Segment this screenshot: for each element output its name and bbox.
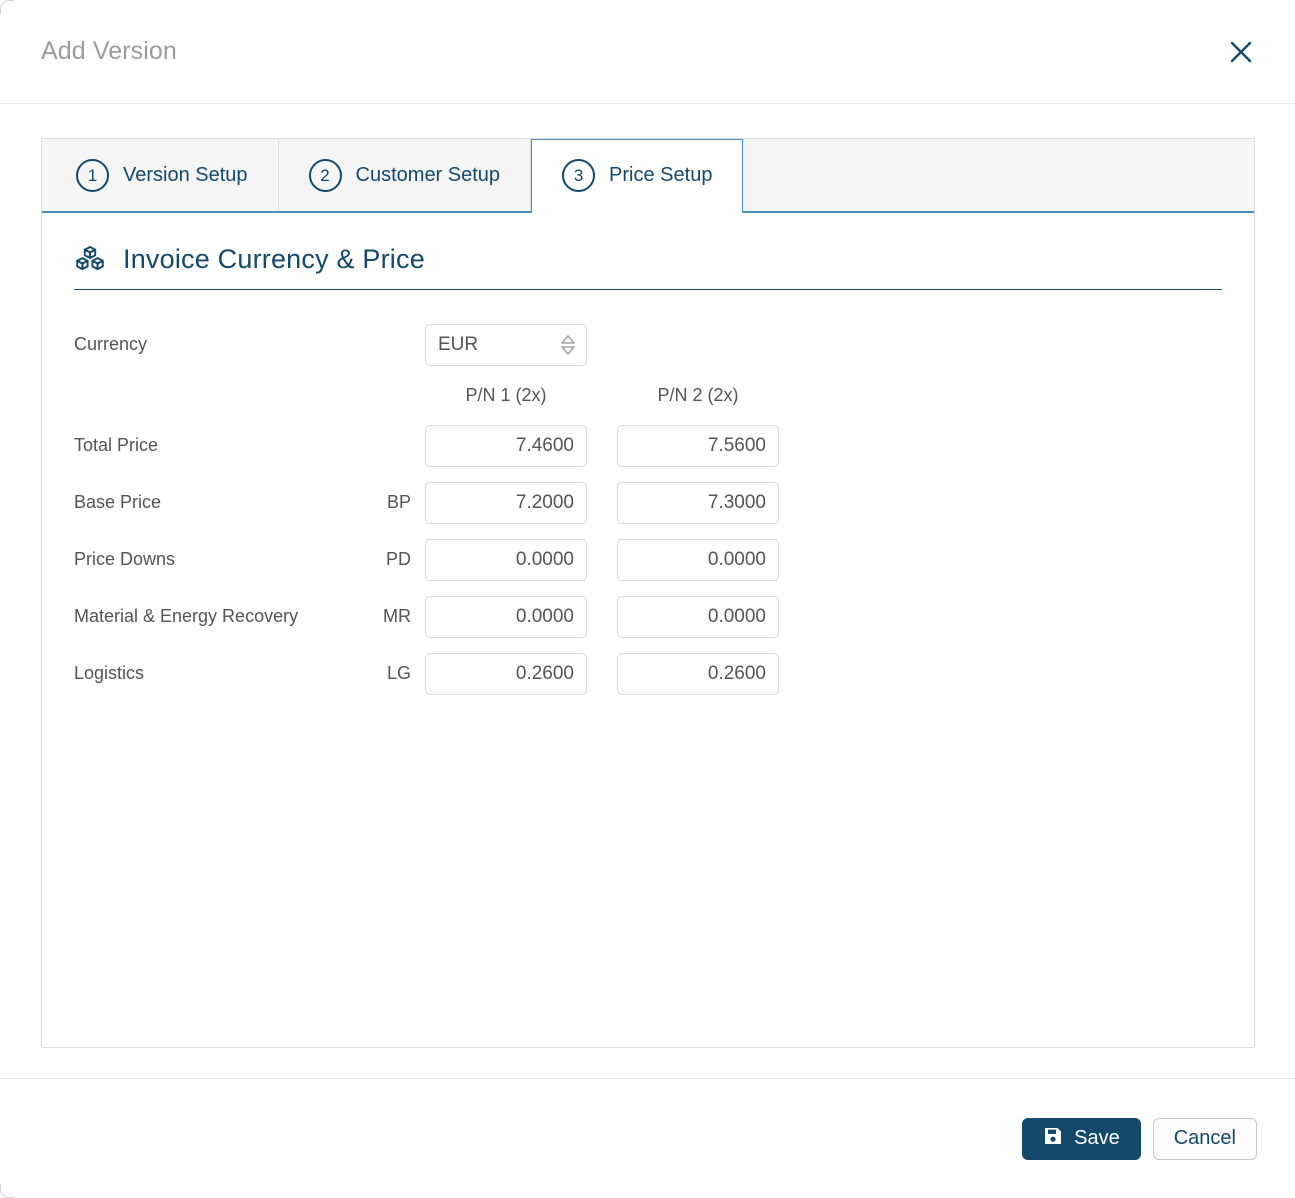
up-down-stepper-icon[interactable] bbox=[560, 334, 576, 355]
add-version-dialog: Add Version 1 Version Setup 2 Customer S… bbox=[0, 0, 1295, 1198]
input-base-price-pn1[interactable] bbox=[425, 481, 587, 524]
cell-price-downs-pn2 bbox=[617, 538, 809, 581]
row-code-logistics: LG bbox=[386, 663, 411, 683]
save-button[interactable]: Save bbox=[1022, 1117, 1141, 1160]
price-setup-panel: Invoice Currency & Price Currency EUR P/… bbox=[42, 213, 1254, 1047]
wizard-tabstrip: 1 Version Setup 2 Customer Setup 3 Price… bbox=[42, 139, 1254, 213]
tab-number-2: 2 bbox=[308, 158, 342, 192]
cell-logistics-pn2 bbox=[617, 652, 809, 695]
row-code-base-price: BP bbox=[386, 492, 411, 512]
row-material-energy-recovery: Material & Energy Recovery MR bbox=[74, 588, 1222, 645]
column-header-pn1: P/N 1 (2x) bbox=[465, 384, 547, 405]
currency-row: Currency EUR bbox=[74, 316, 1222, 373]
column-header-pn2: P/N 2 (2x) bbox=[657, 384, 739, 405]
column-header-row: P/N 1 (2x) P/N 2 (2x) bbox=[74, 373, 1222, 417]
tab-number-1: 1 bbox=[76, 158, 109, 192]
section-header: Invoice Currency & Price bbox=[74, 243, 1222, 290]
close-icon[interactable] bbox=[1221, 32, 1261, 72]
cell-base-price-pn2 bbox=[617, 481, 809, 524]
section-title: Invoice Currency & Price bbox=[123, 243, 425, 274]
cell-logistics-pn1 bbox=[425, 652, 617, 695]
row-code-material-energy-recovery: MR bbox=[383, 606, 411, 626]
input-price-downs-pn1[interactable] bbox=[425, 538, 587, 581]
floppy-disk-save-icon bbox=[1043, 1126, 1063, 1152]
tab-version-setup[interactable]: 1 Version Setup bbox=[42, 139, 279, 211]
price-form: Currency EUR P/N 1 (2x) P/N 2 (2x) Total… bbox=[74, 316, 1222, 702]
input-price-downs-pn2[interactable] bbox=[617, 538, 779, 581]
save-button-label: Save bbox=[1074, 1127, 1120, 1149]
input-base-price-pn2[interactable] bbox=[617, 481, 779, 524]
cancel-button-label: Cancel bbox=[1173, 1127, 1236, 1149]
row-label-price-downs: Price Downs bbox=[74, 549, 176, 569]
cell-material-energy-recovery-pn1 bbox=[425, 595, 617, 638]
input-logistics-pn2[interactable] bbox=[617, 652, 779, 695]
boxes-icon bbox=[74, 243, 106, 275]
dialog-title: Add Version bbox=[41, 37, 177, 65]
input-logistics-pn1[interactable] bbox=[425, 652, 587, 695]
tabstrip-filler bbox=[743, 139, 1254, 211]
currency-select-cell: EUR bbox=[425, 323, 617, 366]
cell-total-price-pn1 bbox=[425, 424, 617, 467]
cell-total-price-pn2 bbox=[617, 424, 809, 467]
tab-label-customer-setup: Customer Setup bbox=[355, 163, 501, 186]
cell-base-price-pn1 bbox=[425, 481, 617, 524]
currency-label: Currency bbox=[74, 334, 148, 354]
cell-material-energy-recovery-pn2 bbox=[617, 595, 809, 638]
row-logistics: Logistics LG bbox=[74, 645, 1222, 702]
tab-label-price-setup: Price Setup bbox=[609, 164, 713, 186]
row-label-material-energy-recovery: Material & Energy Recovery bbox=[74, 606, 299, 626]
dialog-header: Add Version bbox=[0, 0, 1295, 104]
input-total-price-pn1[interactable] bbox=[425, 424, 587, 467]
cell-price-downs-pn1 bbox=[425, 538, 617, 581]
input-material-energy-recovery-pn2[interactable] bbox=[617, 595, 779, 638]
input-material-energy-recovery-pn1[interactable] bbox=[425, 595, 587, 638]
tab-label-version-setup: Version Setup bbox=[123, 163, 248, 186]
row-label-logistics: Logistics bbox=[74, 663, 145, 683]
dialog-body: 1 Version Setup 2 Customer Setup 3 Price… bbox=[0, 104, 1295, 1078]
cancel-button[interactable]: Cancel bbox=[1152, 1117, 1257, 1160]
row-base-price: Base Price BP bbox=[74, 474, 1222, 531]
dialog-footer: Save Cancel bbox=[0, 1078, 1295, 1198]
row-price-downs: Price Downs PD bbox=[74, 531, 1222, 588]
tab-number-3: 3 bbox=[562, 159, 596, 192]
tab-price-setup[interactable]: 3 Price Setup bbox=[531, 139, 744, 213]
wizard-container: 1 Version Setup 2 Customer Setup 3 Price… bbox=[41, 138, 1255, 1048]
tab-customer-setup[interactable]: 2 Customer Setup bbox=[278, 139, 532, 211]
currency-select-value: EUR bbox=[438, 333, 479, 355]
row-total-price: Total Price bbox=[74, 417, 1222, 474]
row-code-price-downs: PD bbox=[385, 549, 411, 569]
row-label-total-price: Total Price bbox=[74, 435, 159, 455]
input-total-price-pn2[interactable] bbox=[617, 424, 779, 467]
row-label-base-price: Base Price bbox=[74, 492, 162, 512]
